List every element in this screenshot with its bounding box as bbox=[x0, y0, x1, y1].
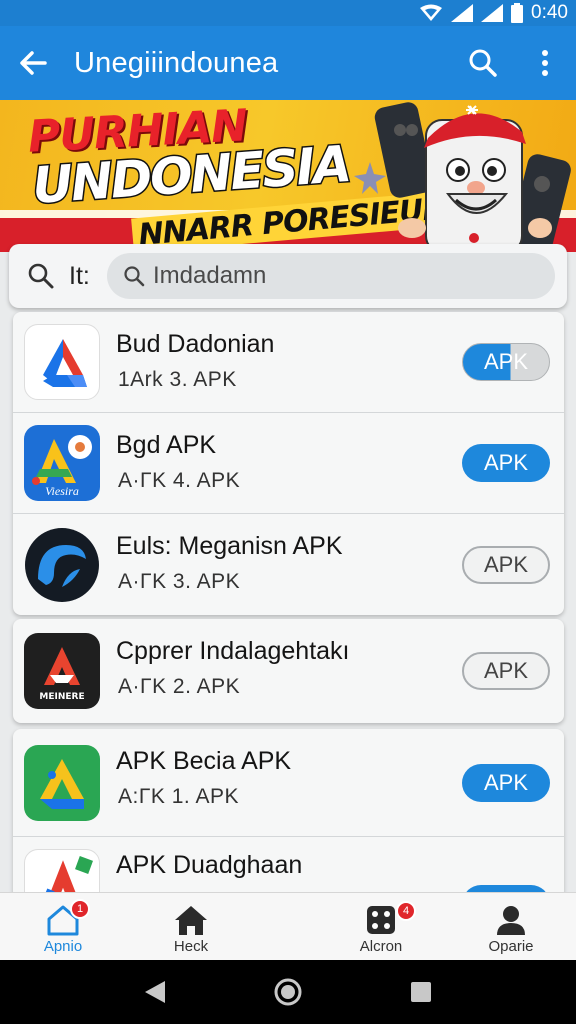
promo-banner[interactable]: PURHIAN UNDONESIA NNARR PORESIEUN! bbox=[0, 100, 576, 252]
list-item[interactable]: MEINERE Cpprer Indalagehtakı A·ΓK 2. APK… bbox=[13, 619, 564, 723]
list-item[interactable]: APK Becia APK A:ΓK 1. APK APK bbox=[13, 729, 564, 837]
app-name: Euls: Meganisn APK bbox=[116, 532, 343, 560]
app-name: APK Becia APK bbox=[116, 747, 292, 775]
app-meta: A:ΓK 1. APK bbox=[118, 785, 239, 808]
more-vert-icon bbox=[542, 50, 548, 76]
back-button[interactable] bbox=[0, 26, 66, 100]
search-input[interactable] bbox=[153, 262, 533, 290]
app-icon-green-drive bbox=[24, 744, 100, 821]
app-list-card-3: APK Becia APK A:ΓK 1. APK APK APK Duadgh… bbox=[13, 729, 564, 899]
list-item[interactable]: Euls: Meganisn APK A·ΓK 3. APK APK bbox=[13, 514, 564, 615]
nav-label: Apnio bbox=[43, 938, 83, 955]
app-name: Bud Dadonian bbox=[116, 330, 275, 358]
app-icon-dark-a: MEINERE bbox=[24, 633, 100, 709]
signal-icon-2 bbox=[481, 4, 504, 22]
back-triangle-icon[interactable] bbox=[143, 979, 167, 1005]
page-title: Unegiiindounea bbox=[74, 46, 279, 79]
drive-logo-icon bbox=[40, 758, 84, 809]
search-button[interactable] bbox=[452, 26, 514, 100]
nav-tab-apnio[interactable]: 1 Apnio bbox=[0, 893, 126, 960]
app-icon-drive-triangle bbox=[24, 324, 100, 400]
apk-button[interactable]: APK bbox=[462, 545, 550, 584]
a-letter-logo-icon: MEINERE bbox=[39, 647, 85, 702]
apk-button[interactable]: APK bbox=[462, 652, 550, 690]
notification-badge: 4 bbox=[396, 901, 416, 921]
nav-tab-heck[interactable]: Heck bbox=[126, 893, 256, 960]
map-pin-logo-icon: Viesira bbox=[32, 435, 92, 498]
home-circle-icon[interactable] bbox=[273, 977, 303, 1007]
wave-logo-icon bbox=[25, 527, 99, 602]
battery-icon bbox=[511, 3, 524, 23]
apk-button[interactable]: APK bbox=[462, 343, 550, 381]
search-prefix-label: It: bbox=[69, 261, 90, 290]
icon-caption: MEINERE bbox=[39, 692, 84, 702]
search-lead-button[interactable] bbox=[13, 262, 69, 290]
notification-badge: 1 bbox=[70, 899, 90, 919]
nav-label: Heck bbox=[173, 938, 209, 955]
person-icon bbox=[497, 906, 525, 935]
home-filled-icon bbox=[175, 906, 207, 935]
dice-icon bbox=[367, 906, 395, 934]
app-name: Bgd APK bbox=[116, 431, 217, 459]
nav-tab-alcron[interactable]: 4 Alcron bbox=[316, 893, 446, 960]
app-list-card-1: Bud Dadonian 1Ark 3. APK APK Viesira Bgd… bbox=[13, 312, 564, 615]
triangle-logo-icon bbox=[43, 339, 87, 387]
signal-icon bbox=[451, 4, 474, 22]
app-meta: 1Ark 3. APK bbox=[118, 368, 237, 391]
app-name: APK Duadghaan bbox=[116, 851, 303, 879]
wifi-icon bbox=[420, 4, 443, 21]
nav-tab-oparie[interactable]: Oparie bbox=[446, 893, 576, 960]
apk-button[interactable]: APK bbox=[462, 444, 550, 482]
search-icon bbox=[469, 49, 497, 77]
screen: 0:40 Unegiiindounea PURHIAN UNDONESIA NN… bbox=[0, 0, 576, 1024]
icon-caption: Viesira bbox=[45, 484, 79, 498]
search-bar: It: bbox=[9, 244, 567, 308]
arrow-back-icon bbox=[20, 51, 47, 75]
more-options-button[interactable] bbox=[514, 26, 576, 100]
app-meta: A·ΓK 3. APK bbox=[118, 570, 241, 593]
app-icon-wave bbox=[24, 527, 100, 603]
app-meta: A·ΓK 4. APK bbox=[118, 469, 241, 492]
app-name: Cpprer Indalagehtakı bbox=[116, 637, 350, 665]
app-list-card-2: MEINERE Cpprer Indalagehtakı A·ΓK 2. APK… bbox=[13, 619, 564, 723]
bottom-navigation: 1 Apnio Heck 4 Alcron Oparie bbox=[0, 892, 576, 960]
search-small-icon bbox=[124, 266, 145, 287]
status-bar: 0:40 bbox=[0, 0, 576, 26]
list-item[interactable]: Bud Dadonian 1Ark 3. APK APK bbox=[13, 312, 564, 413]
app-meta: A·ΓK 2. APK bbox=[118, 675, 241, 698]
recents-square-icon[interactable] bbox=[409, 980, 433, 1004]
mascot-illustration bbox=[354, 102, 571, 252]
search-icon bbox=[28, 263, 54, 289]
list-item[interactable]: APK Duadghaan APK bbox=[13, 837, 564, 899]
nav-label: Oparie bbox=[488, 938, 534, 955]
list-item[interactable]: Viesira Bgd APK A·ΓK 4. APK APK bbox=[13, 413, 564, 514]
app-bar: Unegiiindounea bbox=[0, 26, 576, 100]
nav-label: Alcron bbox=[359, 938, 403, 955]
search-pill[interactable] bbox=[107, 253, 555, 299]
apk-button[interactable]: APK bbox=[462, 763, 550, 802]
app-icon-maps: Viesira bbox=[24, 425, 100, 501]
system-navigation-bar bbox=[0, 960, 576, 1024]
status-time: 0:40 bbox=[531, 2, 568, 23]
